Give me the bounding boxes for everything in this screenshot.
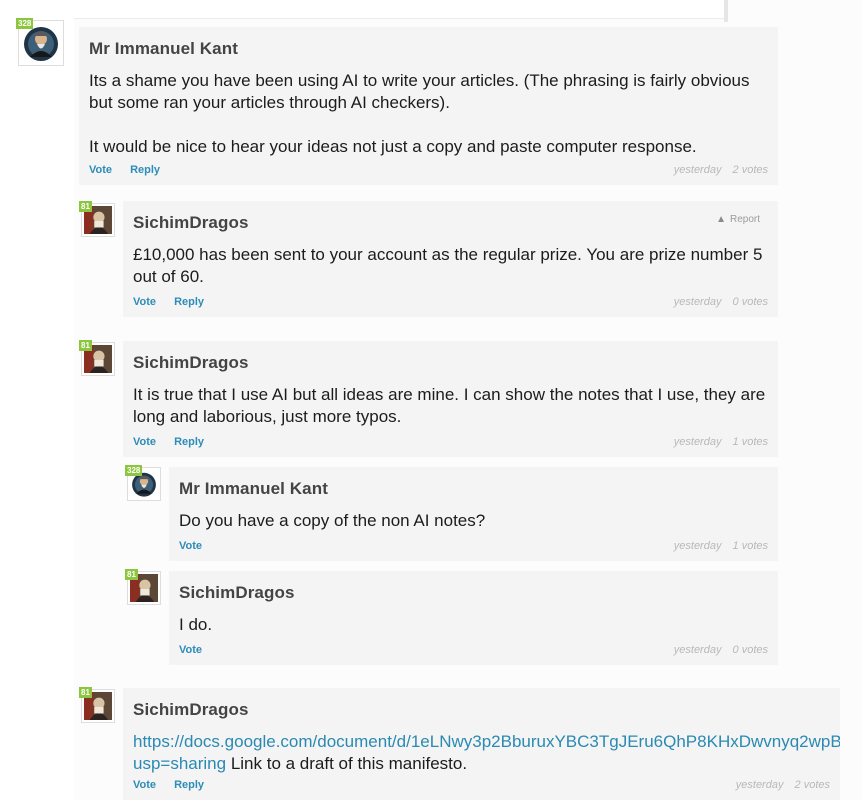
reputation-badge: 328 <box>125 465 143 476</box>
vote-count: 0 votes <box>732 296 768 308</box>
comment-meta: yesterday 1 votes <box>674 436 768 448</box>
comment-author[interactable]: SichimDragos <box>133 213 768 233</box>
comment-card: SichimDragos I do. Vote yesterday 0 vote… <box>169 571 778 665</box>
report-button[interactable]: ▲ Report <box>716 214 760 225</box>
comment-body: https://docs.google.com/document/d/1eLNw… <box>133 731 840 775</box>
comment-meta: yesterday 1 votes <box>674 540 768 552</box>
reputation-badge: 328 <box>16 18 34 29</box>
comment-meta: yesterday 0 votes <box>674 644 768 656</box>
vote-button[interactable]: Vote <box>179 540 202 552</box>
vote-button[interactable]: Vote <box>133 296 156 308</box>
comment-actions: Vote <box>179 540 217 552</box>
comment-card: Mr Immanuel Kant Its a shame you have be… <box>79 27 778 185</box>
reputation-badge: 81 <box>79 201 92 212</box>
vote-button[interactable]: Vote <box>179 644 202 656</box>
comment-actions: Vote Reply <box>133 436 219 448</box>
vote-count: 1 votes <box>732 540 768 552</box>
reply-button[interactable]: Reply <box>174 436 204 448</box>
comment-actions: Vote Reply <box>133 296 219 308</box>
comment-body: Do you have a copy of the non AI notes? <box>179 511 486 530</box>
vote-count: 0 votes <box>732 644 768 656</box>
avatar[interactable]: 81 <box>125 569 161 605</box>
comment-card: SichimDragos It is true that I use AI bu… <box>123 341 778 457</box>
comment-author[interactable]: SichimDragos <box>179 583 768 603</box>
comment-time: yesterday <box>673 540 722 552</box>
reply-button[interactable]: Reply <box>174 296 204 308</box>
report-label: Report <box>729 214 760 225</box>
vote-count: 2 votes <box>794 779 830 791</box>
comment-author[interactable]: SichimDragos <box>133 353 768 373</box>
wizard-avatar-icon <box>21 23 61 63</box>
comment-card: Mr Immanuel Kant Do you have a copy of t… <box>169 467 778 561</box>
comment-actions: Vote <box>179 644 217 656</box>
comment-card: SichimDragos https://docs.google.com/doc… <box>123 688 840 800</box>
vote-count: 2 votes <box>732 164 768 176</box>
comment-time: yesterday <box>673 644 722 656</box>
warning-icon: ▲ <box>716 214 726 225</box>
document-link-continued[interactable]: usp=sharing <box>133 754 226 773</box>
link-description: Link to a draft of this manifesto. <box>226 754 468 773</box>
document-link[interactable]: https://docs.google.com/document/d/1eLNw… <box>133 732 840 751</box>
comment-actions: Vote Reply <box>133 779 219 791</box>
comment-body: It is true that I use AI but all ideas a… <box>133 385 766 426</box>
vote-button[interactable]: Vote <box>89 164 112 176</box>
comment-body: Its a shame you have been using AI to wr… <box>89 70 768 158</box>
comment-time: yesterday <box>673 164 722 176</box>
avatar[interactable]: 81 <box>79 340 115 376</box>
reply-button[interactable]: Reply <box>174 779 204 791</box>
avatar[interactable]: 81 <box>79 201 115 237</box>
comment-time: yesterday <box>673 296 722 308</box>
comment-time: yesterday <box>735 779 784 791</box>
comment-time: yesterday <box>673 436 722 448</box>
comment-body: £10,000 has been sent to your account as… <box>133 245 763 286</box>
avatar[interactable]: 328 <box>16 18 64 66</box>
comment-meta: yesterday 0 votes <box>674 296 768 308</box>
comment-paragraph: It would be nice to hear your ideas not … <box>89 137 697 156</box>
previous-comment-edge <box>74 0 724 19</box>
reply-button[interactable]: Reply <box>130 164 160 176</box>
comment-card: SichimDragos ▲ Report £10,000 has been se… <box>123 201 778 317</box>
comment-body: I do. <box>179 615 213 634</box>
comment-meta: yesterday 2 votes <box>674 164 768 176</box>
vote-button[interactable]: Vote <box>133 436 156 448</box>
reputation-badge: 81 <box>79 340 92 351</box>
comment-author[interactable]: Mr Immanuel Kant <box>89 39 768 59</box>
comment-actions: Vote Reply <box>89 164 175 176</box>
vote-button[interactable]: Vote <box>133 779 156 791</box>
avatar[interactable]: 81 <box>79 687 115 723</box>
comment-paragraph: Its a shame you have been using AI to wr… <box>89 71 750 112</box>
avatar[interactable]: 328 <box>125 465 161 501</box>
vote-count: 1 votes <box>732 436 768 448</box>
comment-author[interactable]: Mr Immanuel Kant <box>179 479 768 499</box>
thread-divider <box>724 0 728 22</box>
reputation-badge: 81 <box>79 687 92 698</box>
comment-meta: yesterday 2 votes <box>736 779 830 791</box>
comment-author[interactable]: SichimDragos <box>133 700 830 720</box>
reputation-badge: 81 <box>125 569 138 580</box>
